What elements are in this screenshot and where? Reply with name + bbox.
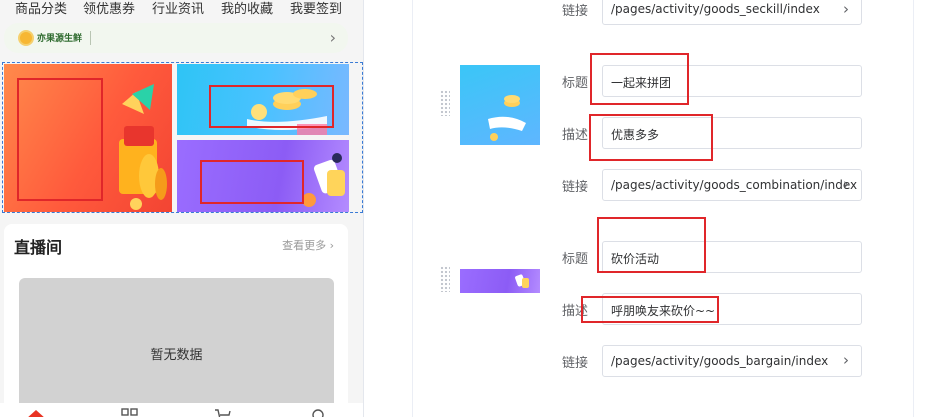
chevron-right-icon: ›: [329, 28, 336, 47]
nav-checkin[interactable]: 我要签到: [290, 0, 342, 17]
chevron-right-icon[interactable]: ›: [836, 175, 856, 193]
live-placeholder: 暂无数据: [19, 278, 334, 417]
item-image-bargain[interactable]: [460, 269, 540, 293]
brand-banner[interactable]: 亦果源生鲜 ›: [4, 23, 348, 53]
link-label: 链接: [562, 356, 589, 371]
home-icon[interactable]: [24, 407, 48, 417]
brand-logo-icon: [18, 30, 34, 46]
highlight-box: [597, 217, 706, 273]
chevron-right-icon[interactable]: ›: [836, 0, 856, 18]
link-select[interactable]: /pages/activity/goods_combination/index: [602, 169, 862, 201]
live-title: 直播间: [14, 238, 63, 257]
category-icon[interactable]: [120, 407, 140, 417]
title-label: 标题: [562, 252, 589, 267]
divider: [90, 31, 91, 45]
title-label: 标题: [562, 76, 589, 91]
phone-preview: 商品分类 领优惠券 行业资讯 我的收藏 我要签到 亦果源生鲜 › 直播间 查看更…: [0, 0, 364, 417]
nav-favorites[interactable]: 我的收藏: [221, 0, 273, 17]
desc-label: 描述: [562, 128, 589, 143]
highlight-box: [209, 85, 334, 128]
highlight-box: [589, 114, 713, 161]
link-value: /pages/activity/goods_bargain/index: [611, 354, 829, 368]
live-more-link[interactable]: 查看更多 ›: [282, 237, 334, 253]
drag-handle-icon[interactable]: [440, 266, 450, 292]
empty-state-text: 暂无数据: [150, 348, 203, 363]
link-value: /pages/activity/goods_seckill/index: [611, 2, 820, 16]
user-icon[interactable]: [309, 407, 327, 417]
nav-category[interactable]: 商品分类: [15, 0, 67, 17]
coins-thumbnail: [488, 95, 526, 141]
bottom-tabbar: [0, 403, 363, 417]
highlight-box: [590, 53, 689, 105]
live-section: 直播间 查看更多 › 暂无数据: [4, 224, 348, 417]
brand-name: 亦果源生鲜: [37, 34, 83, 44]
link-value: /pages/activity/goods_combination/index: [611, 178, 858, 192]
nav-coupons[interactable]: 领优惠券: [83, 0, 135, 17]
highlight-box: [581, 296, 719, 323]
item-image-combination[interactable]: [460, 65, 540, 145]
nav-news[interactable]: 行业资讯: [152, 0, 204, 17]
live-more-label: 查看更多: [282, 239, 327, 252]
chevron-right-icon: ›: [329, 239, 334, 252]
link-select[interactable]: /pages/activity/goods_seckill/index: [602, 0, 862, 25]
cart-icon[interactable]: [213, 407, 233, 417]
highlight-box: [17, 78, 103, 201]
drag-handle-icon[interactable]: [440, 90, 450, 116]
chevron-right-icon[interactable]: ›: [836, 351, 856, 369]
link-select[interactable]: /pages/activity/goods_bargain/index: [602, 345, 862, 377]
link-label: 链接: [562, 180, 589, 195]
link-label: 链接: [562, 4, 589, 19]
highlight-box: [200, 160, 304, 204]
card-thumbnail: [515, 274, 529, 288]
